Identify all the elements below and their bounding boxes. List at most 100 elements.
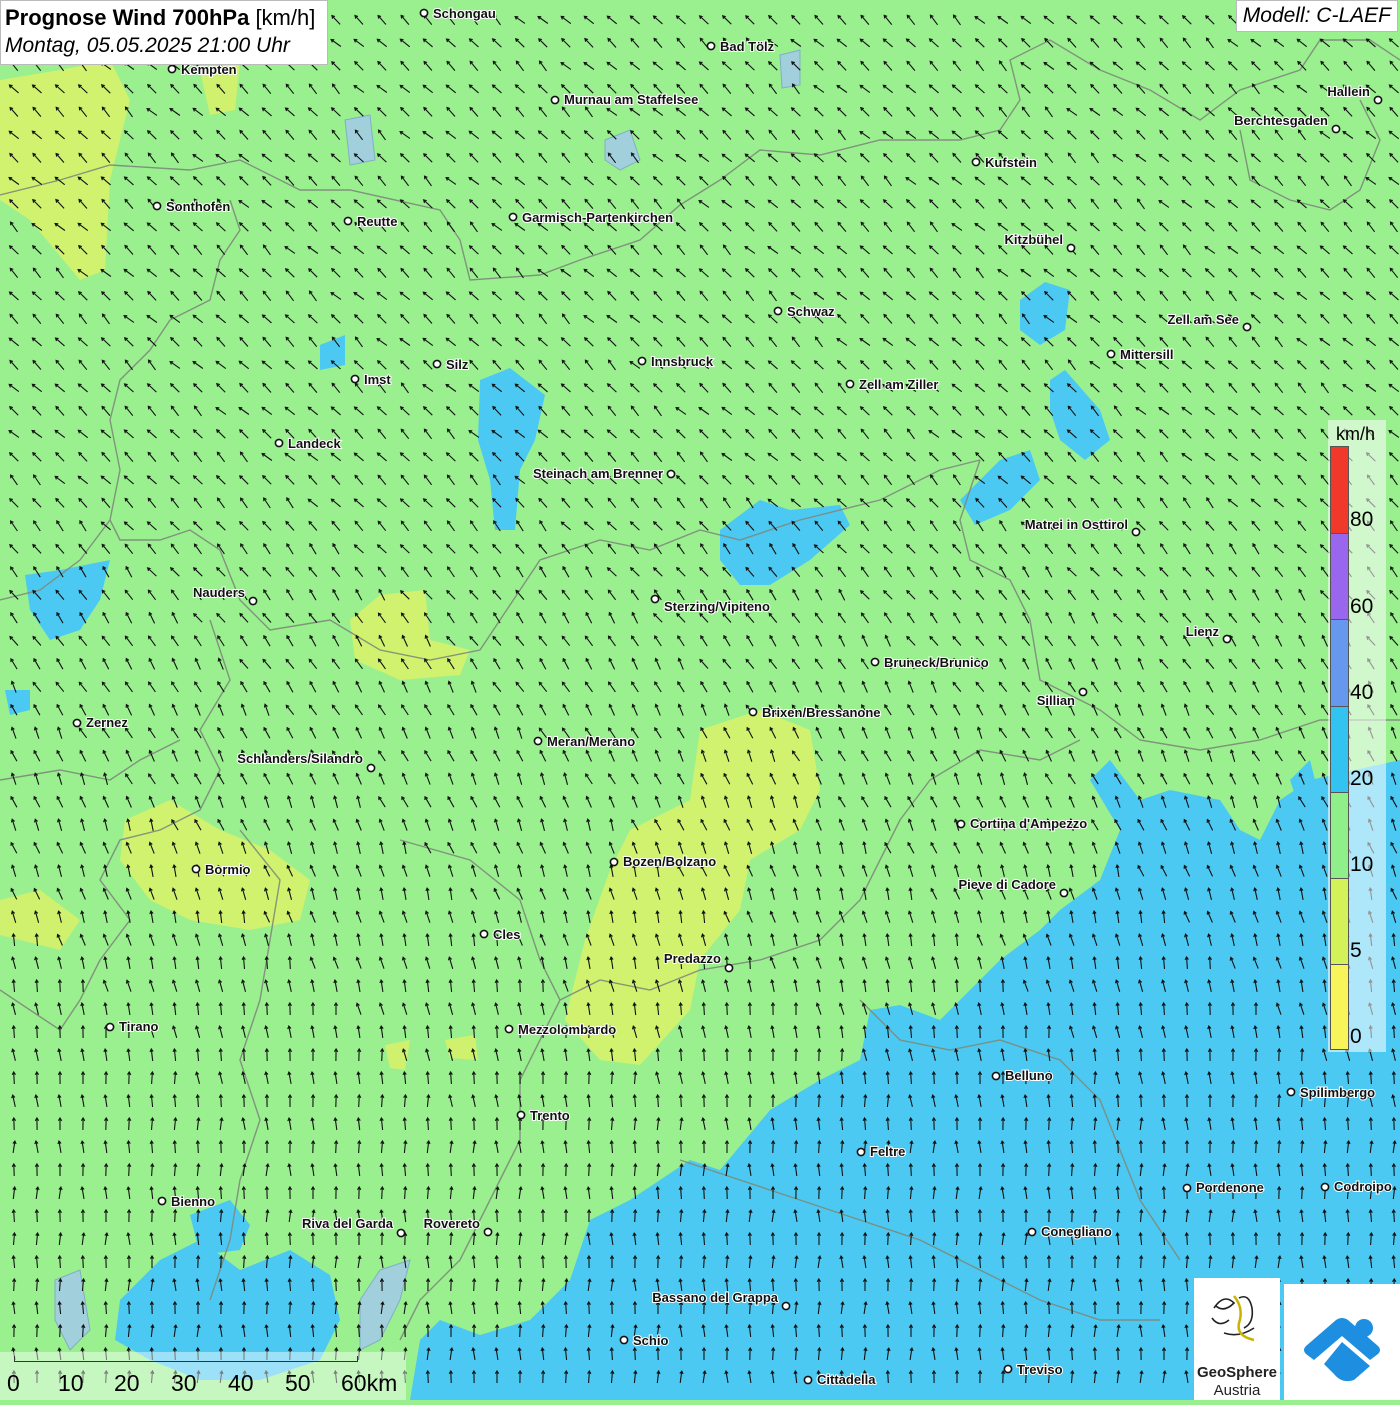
city-marker <box>870 657 880 667</box>
scale-bar: 0 10 20 30 40 50 60km <box>0 1352 406 1400</box>
city-marker <box>856 1147 866 1157</box>
scale-label: 60km <box>341 1370 398 1396</box>
app-logo <box>1284 1284 1400 1400</box>
city-label: Riva del Garda <box>302 1216 394 1231</box>
wind-map: SchongauBad TölzKemptenMurnau am Staffel… <box>0 0 1400 1400</box>
city-label: Schio <box>633 1333 668 1348</box>
city-marker <box>167 64 177 74</box>
legend-seg-5 <box>1330 878 1349 965</box>
city-marker <box>724 963 734 973</box>
city-marker <box>773 306 783 316</box>
city-label: Hallein <box>1327 84 1370 99</box>
city-marker <box>1078 687 1088 697</box>
city-marker <box>1066 243 1076 253</box>
city-marker <box>1131 527 1141 537</box>
city-label: Landeck <box>288 436 342 451</box>
city-label: Schlanders/Silandro <box>237 751 363 766</box>
city-marker <box>1027 1227 1037 1237</box>
city-label: Cles <box>493 927 520 942</box>
weather-app-icon <box>1304 1318 1380 1382</box>
city-label: Rovereto <box>424 1216 480 1231</box>
city-label: Bruneck/Brunico <box>884 655 989 670</box>
scale-line <box>14 1356 358 1362</box>
geosphere-logo: GeoSphere Austria <box>1194 1278 1280 1400</box>
legend-label: 40 <box>1350 681 1374 704</box>
city-marker <box>504 1024 514 1034</box>
city-marker <box>1106 349 1116 359</box>
city-label: Kitzbühel <box>1005 232 1064 247</box>
scale-label: 50 <box>285 1370 311 1396</box>
city-marker <box>350 374 360 384</box>
city-label: Pordenone <box>1196 1180 1264 1195</box>
city-marker <box>1222 634 1232 644</box>
city-label: Kufstein <box>985 155 1037 170</box>
city-marker <box>191 864 201 874</box>
city-label: Silz <box>446 357 469 372</box>
city-marker <box>550 95 560 105</box>
scale-label: 10 <box>58 1370 84 1396</box>
city-label: Garmisch-Partenkirchen <box>522 210 673 225</box>
geosphere-line1: GeoSphere <box>1196 1364 1278 1381</box>
city-marker <box>650 594 660 604</box>
scale-label: 20 <box>114 1370 140 1396</box>
city-label: Berchtesgaden <box>1234 113 1328 128</box>
city-label: Cortina d'Ampezzo <box>970 816 1087 831</box>
city-label: Sillian <box>1037 693 1075 708</box>
legend-label: 5 <box>1350 939 1362 962</box>
legend-label: 10 <box>1350 853 1374 876</box>
city-label: Zell am Ziller <box>859 377 938 392</box>
city-label: Matrei in Osttirol <box>1025 517 1128 532</box>
city-label: Bad Tölz <box>720 39 775 54</box>
city-marker <box>516 1110 526 1120</box>
city-label: Pieve di Cadore <box>958 877 1056 892</box>
city-marker <box>1331 124 1341 134</box>
color-legend: km/h 80 60 40 20 10 5 0 <box>1328 420 1386 1052</box>
city-label: Zernez <box>86 715 128 730</box>
city-marker <box>803 1375 813 1385</box>
city-marker <box>366 763 376 773</box>
city-marker <box>619 1335 629 1345</box>
city-marker <box>72 718 82 728</box>
city-label: Belluno <box>1005 1068 1053 1083</box>
scale-label: 40 <box>228 1370 254 1396</box>
city-marker <box>1320 1182 1330 1192</box>
legend-label: 60 <box>1350 595 1374 618</box>
legend-unit: km/h <box>1336 424 1376 444</box>
model-label: Modell: C-LAEF <box>1235 0 1398 32</box>
legend-seg-20 <box>1330 706 1349 793</box>
city-label: Nauders <box>193 585 245 600</box>
city-marker <box>508 212 518 222</box>
city-label: Schongau <box>433 6 496 21</box>
city-marker <box>956 819 966 829</box>
city-marker <box>1242 322 1252 332</box>
city-label: Bassano del Grappa <box>652 1290 778 1305</box>
city-label: Imst <box>364 372 391 387</box>
city-label: Trento <box>530 1108 570 1123</box>
city-marker <box>274 438 284 448</box>
city-marker <box>748 707 758 717</box>
legend-label: 0 <box>1350 1025 1362 1048</box>
geosphere-line2: Austria <box>1213 1382 1261 1399</box>
legend-seg-60 <box>1330 533 1349 620</box>
city-marker <box>1286 1087 1296 1097</box>
city-marker <box>609 857 619 867</box>
city-marker <box>343 216 353 226</box>
city-label: Innsbruck <box>651 354 714 369</box>
city-marker <box>781 1301 791 1311</box>
city-label: Murnau am Staffelsee <box>564 92 698 107</box>
city-marker <box>533 736 543 746</box>
city-marker <box>637 356 647 366</box>
city-marker <box>483 1227 493 1237</box>
city-label: Cittadella <box>817 1372 876 1387</box>
city-label: Meran/Merano <box>547 734 635 749</box>
city-label: Codroipo <box>1334 1179 1392 1194</box>
city-label: Reutte <box>357 214 397 229</box>
city-label: Mittersill <box>1120 347 1173 362</box>
city-marker <box>845 379 855 389</box>
forecast-time: Montag, 05.05.2025 21:00 Uhr <box>5 34 290 57</box>
city-marker <box>396 1228 406 1238</box>
city-marker <box>1059 888 1069 898</box>
city-marker <box>419 8 429 18</box>
title-box: Prognose Wind 700hPa [km/h] Montag, 05.0… <box>0 0 329 65</box>
city-label: Tirano <box>119 1019 159 1034</box>
